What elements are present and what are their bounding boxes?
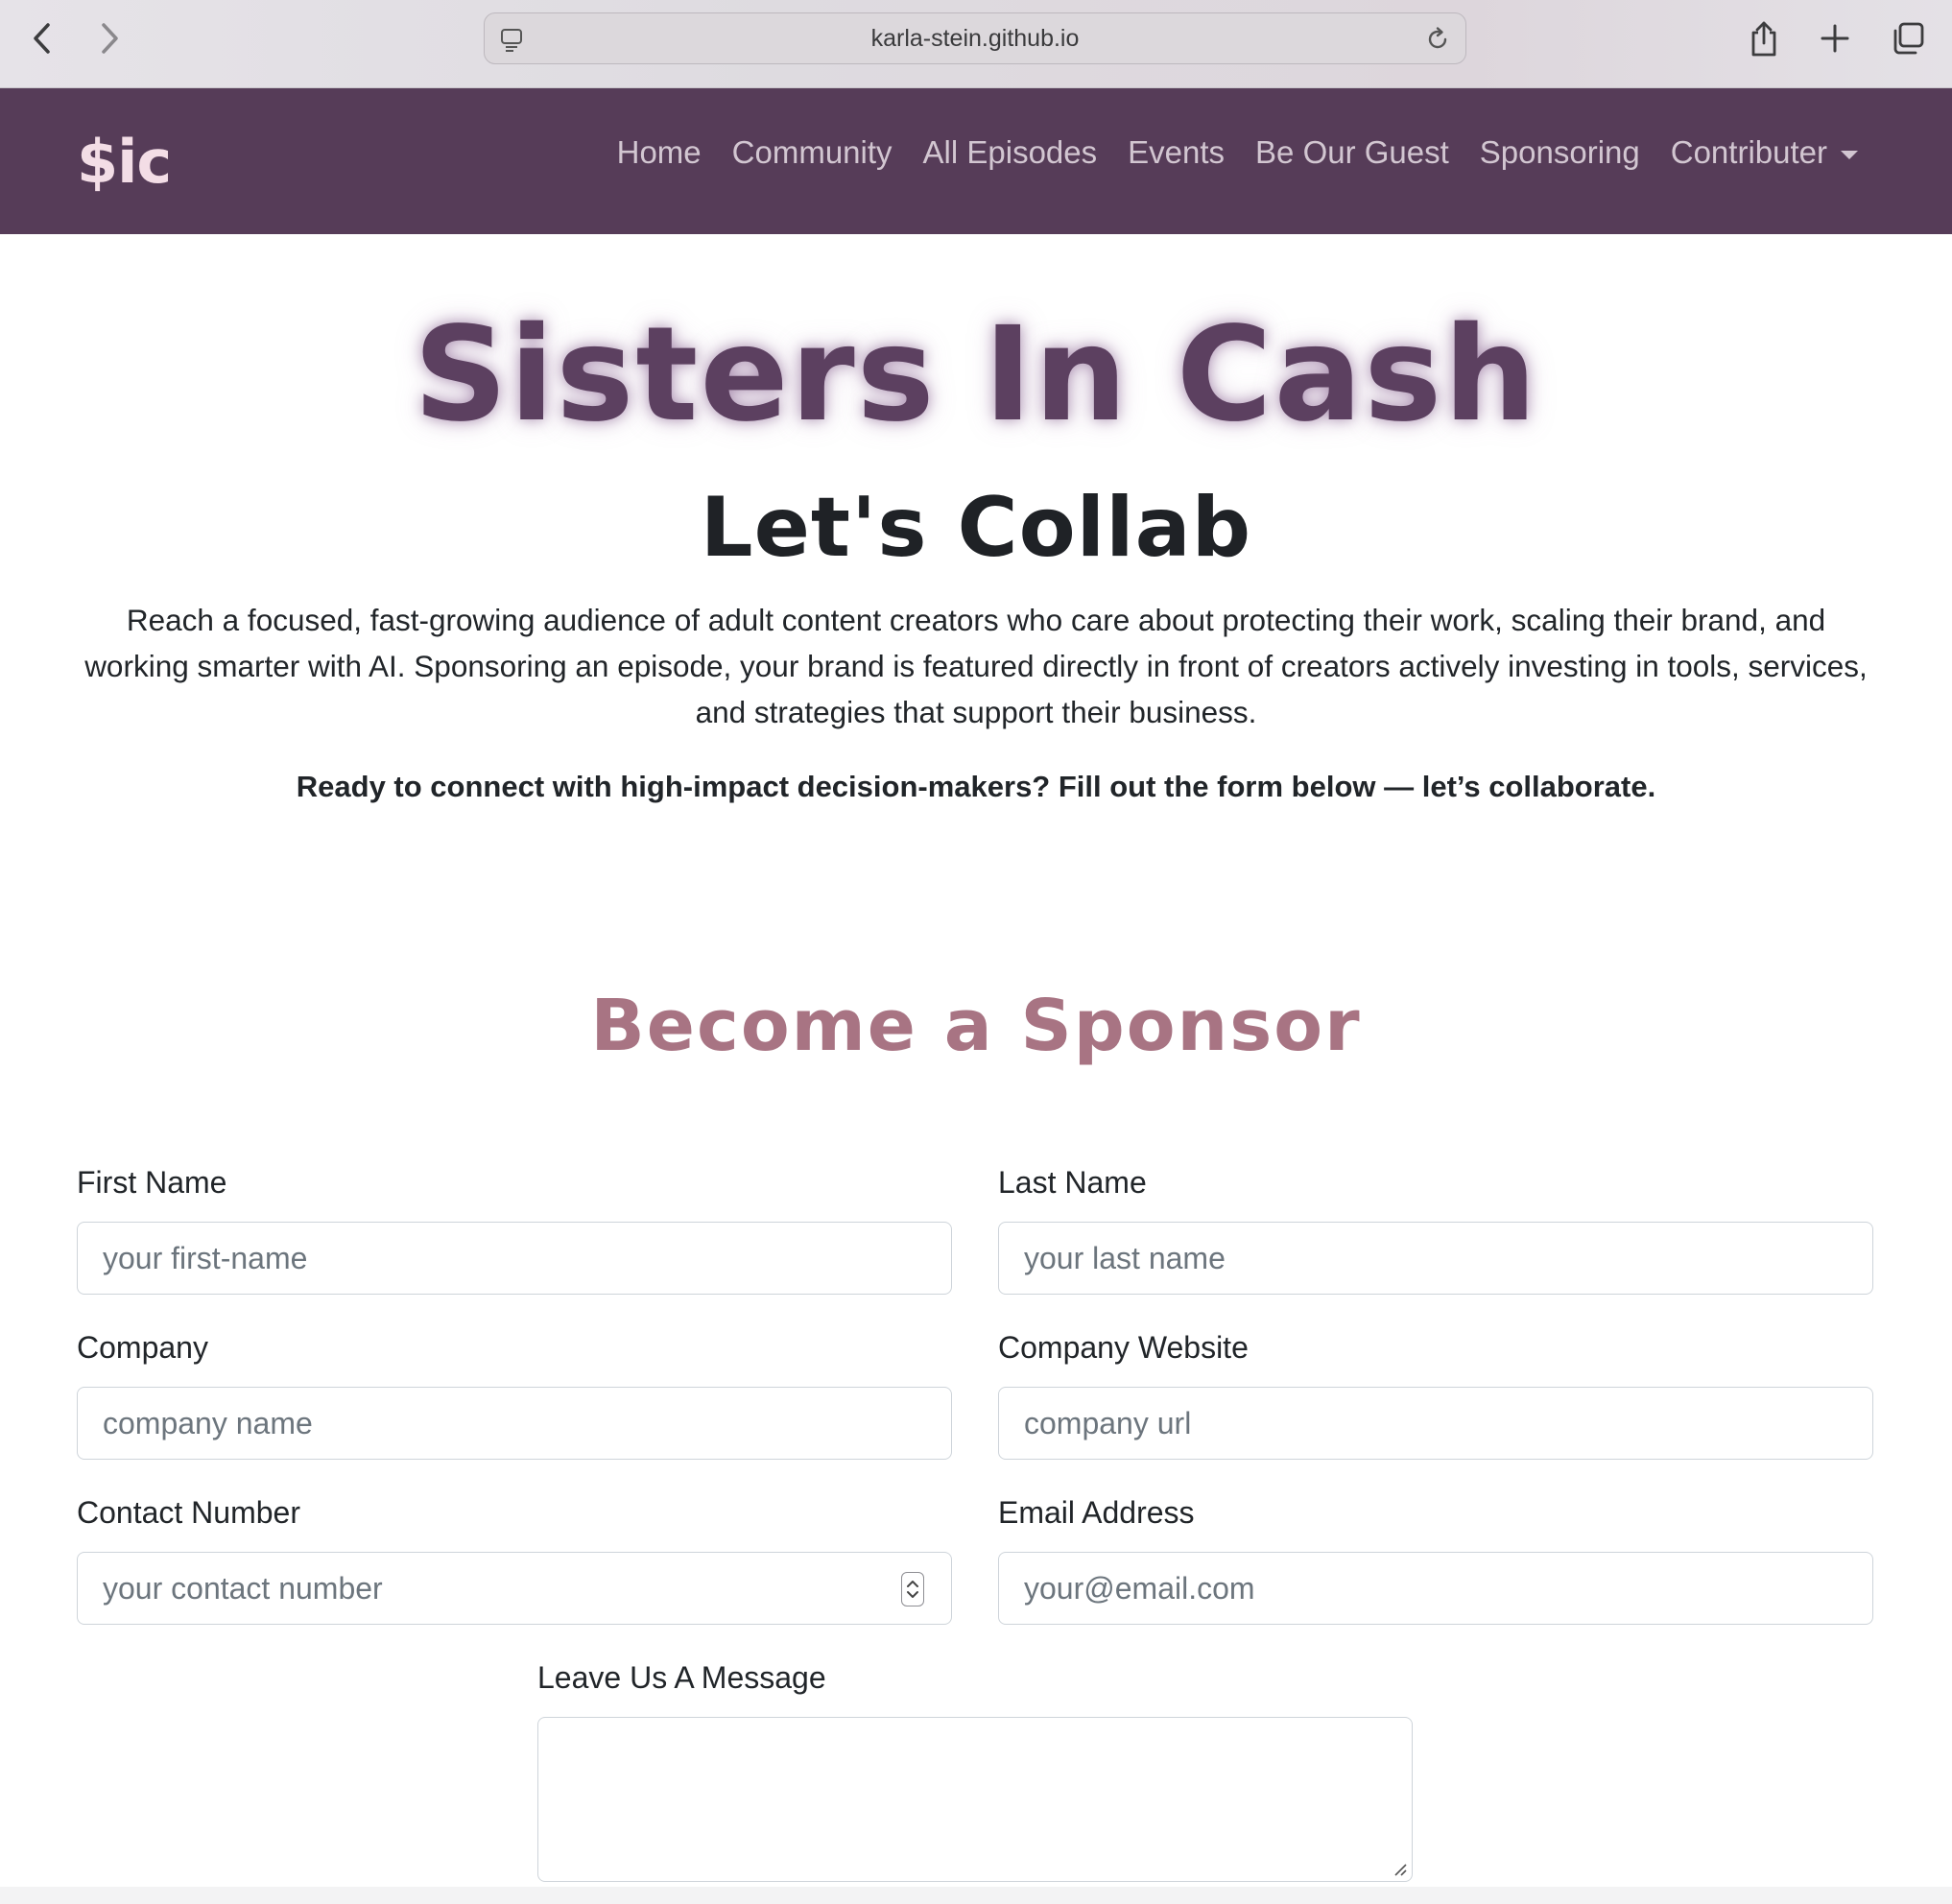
first-name-group: First Name your first-name xyxy=(77,1165,952,1295)
share-button[interactable] xyxy=(1739,13,1789,63)
nav-be-our-guest[interactable]: Be Our Guest xyxy=(1255,134,1449,171)
reload-icon[interactable] xyxy=(1423,25,1452,54)
chevron-down-icon xyxy=(1841,150,1858,159)
stepper-arrows-icon xyxy=(907,1581,918,1598)
email-label: Email Address xyxy=(998,1495,1195,1530)
forward-icon xyxy=(102,23,118,54)
last-name-label: Last Name xyxy=(998,1165,1147,1200)
nav-home[interactable]: Home xyxy=(617,134,702,171)
message-group: Leave Us A Message xyxy=(537,1660,1413,1882)
contact-number-input[interactable]: your contact number xyxy=(77,1552,952,1625)
new-tab-icon xyxy=(1821,24,1849,53)
nav-contributer-dropdown[interactable]: Contributer xyxy=(1671,134,1858,171)
email-input[interactable]: your@email.com xyxy=(998,1552,1873,1625)
address-bar[interactable]: karla-stein.github.io xyxy=(484,12,1466,64)
company-input[interactable]: company name xyxy=(77,1387,952,1460)
nav-community[interactable]: Community xyxy=(732,134,893,171)
tabs-icon xyxy=(1893,22,1924,55)
back-button[interactable] xyxy=(17,13,67,63)
nav-contributer-label: Contributer xyxy=(1670,134,1827,170)
back-icon xyxy=(34,23,50,54)
company-website-input[interactable]: company url xyxy=(998,1387,1873,1460)
company-website-label: Company Website xyxy=(998,1330,1249,1365)
contact-number-placeholder: your contact number xyxy=(103,1570,383,1606)
contact-number-label: Contact Number xyxy=(77,1495,300,1530)
first-name-label: First Name xyxy=(77,1165,227,1200)
nav-all-episodes[interactable]: All Episodes xyxy=(923,134,1098,171)
cta-text: Ready to connect with high-impact decisi… xyxy=(296,770,1656,803)
first-name-input[interactable]: your first-name xyxy=(77,1222,952,1295)
new-tab-button[interactable] xyxy=(1810,13,1860,63)
nav-sponsoring[interactable]: Sponsoring xyxy=(1480,134,1640,171)
company-group: Company company name xyxy=(77,1330,952,1460)
page-icon xyxy=(501,29,522,52)
company-label: Company xyxy=(77,1330,208,1365)
page-title: Sisters In Cash xyxy=(413,299,1539,451)
tabs-button[interactable] xyxy=(1883,13,1933,63)
nav-events[interactable]: Events xyxy=(1128,134,1225,171)
sponsor-form-title: Become a Sponsor xyxy=(590,985,1362,1067)
intro-paragraph: Reach a focused, fast-growing audience o… xyxy=(84,603,1868,729)
resize-handle-icon[interactable] xyxy=(1393,1862,1408,1877)
contact-number-group: Contact Number your contact number xyxy=(77,1495,952,1625)
forward-button[interactable] xyxy=(84,13,134,63)
browser-toolbar: karla-stein.github.io xyxy=(0,0,1952,88)
message-label: Leave Us A Message xyxy=(537,1660,826,1695)
nav-links: Home Community All Episodes Events Be Ou… xyxy=(617,134,1858,171)
url-text: karla-stein.github.io xyxy=(870,24,1080,52)
company-website-group: Company Website company url xyxy=(998,1330,1873,1460)
page-subtitle: Let's Collab xyxy=(700,480,1252,576)
share-icon xyxy=(1751,21,1776,57)
number-stepper[interactable] xyxy=(901,1572,924,1606)
email-group: Email Address your@email.com xyxy=(998,1495,1873,1625)
bottom-edge xyxy=(0,1887,1952,1904)
last-name-group: Last Name your last name xyxy=(998,1165,1873,1295)
brand-logo[interactable]: $ic xyxy=(77,127,172,197)
message-textarea[interactable] xyxy=(537,1717,1413,1882)
last-name-input[interactable]: your last name xyxy=(998,1222,1873,1295)
site-navbar: $ic Home Community All Episodes Events B… xyxy=(0,88,1952,234)
